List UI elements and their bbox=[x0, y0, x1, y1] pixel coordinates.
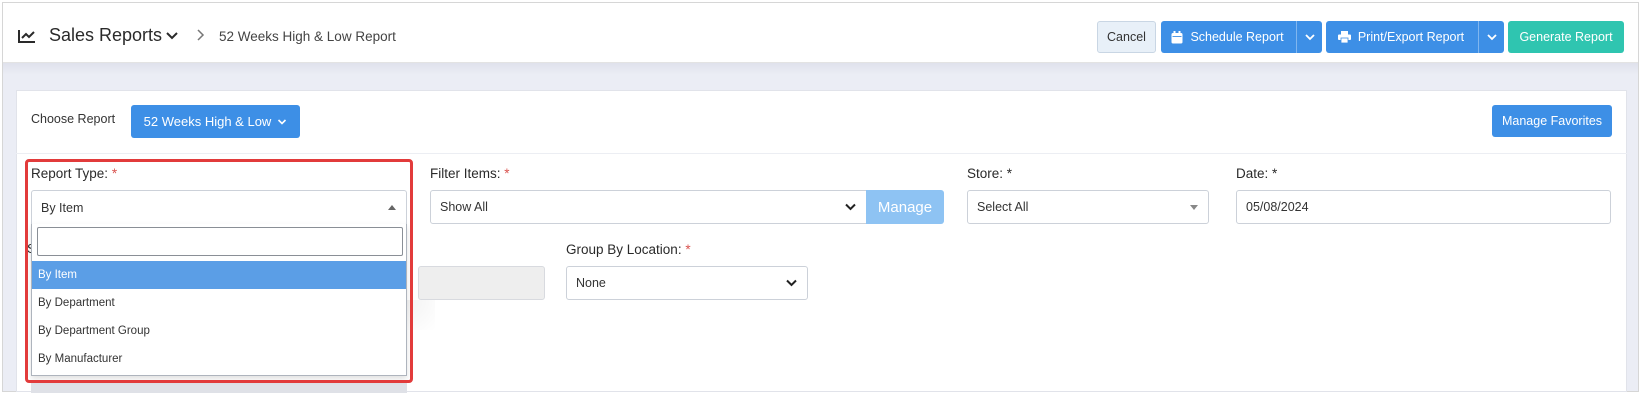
chevron-down-icon bbox=[1486, 34, 1497, 41]
filter-items-select[interactable]: Show All bbox=[430, 190, 867, 224]
choose-report-button[interactable]: 52 Weeks High & Low bbox=[131, 105, 300, 138]
print-export-dropdown[interactable] bbox=[1478, 21, 1504, 53]
chevron-right-icon bbox=[197, 29, 205, 41]
calendar-icon bbox=[1171, 30, 1183, 43]
top-bar-shadow bbox=[3, 63, 1638, 75]
print-export-button[interactable]: Print/Export Report bbox=[1326, 21, 1504, 53]
choose-report-label: Choose Report bbox=[31, 112, 116, 126]
group-by-location-label: Group By Location: * bbox=[566, 242, 691, 257]
filter-items-label: Filter Items: * bbox=[430, 166, 510, 181]
group-by-location-label-text: Group By Location: bbox=[566, 242, 682, 257]
chart-line-icon bbox=[18, 30, 35, 43]
cancel-button[interactable]: Cancel bbox=[1097, 21, 1156, 53]
print-export-label: Print/Export Report bbox=[1357, 30, 1465, 44]
date-label-text: Date: bbox=[1236, 166, 1269, 181]
chevron-down-icon bbox=[786, 279, 797, 287]
manage-filter-label: Manage bbox=[877, 198, 933, 216]
required-mark: * bbox=[1006, 166, 1013, 181]
group-by-location-select[interactable]: None bbox=[566, 266, 808, 300]
chevron-down-icon bbox=[1304, 34, 1315, 41]
disabled-input bbox=[418, 266, 545, 300]
store-select[interactable]: Select All bbox=[967, 190, 1209, 224]
manage-favorites-button[interactable]: Manage Favorites bbox=[1492, 105, 1612, 137]
schedule-report-dropdown[interactable] bbox=[1296, 21, 1322, 53]
schedule-report-label: Schedule Report bbox=[1190, 30, 1284, 44]
manage-favorites-label: Manage Favorites bbox=[1501, 114, 1603, 128]
manage-filter-button[interactable]: Manage bbox=[866, 190, 944, 224]
choose-report-value: 52 Weeks High & Low bbox=[143, 114, 272, 129]
breadcrumb: 52 Weeks High & Low Report bbox=[219, 29, 396, 44]
panel-bottom-strip bbox=[31, 383, 407, 393]
filter-items-label-text: Filter Items: bbox=[430, 166, 501, 181]
chevron-down-icon bbox=[278, 118, 287, 125]
page-title: Sales Reports bbox=[49, 25, 163, 45]
required-mark: * bbox=[504, 166, 510, 181]
group-by-location-value: None bbox=[576, 276, 606, 290]
date-input[interactable]: 05/08/2024 bbox=[1236, 190, 1611, 224]
store-label-text: Store: bbox=[967, 166, 1004, 181]
filter-items-value: Show All bbox=[440, 200, 488, 214]
generate-report-label: Generate Report bbox=[1519, 30, 1613, 44]
chevron-down-icon bbox=[845, 203, 856, 211]
printer-icon bbox=[1337, 31, 1351, 43]
chevron-down-icon[interactable] bbox=[166, 31, 178, 41]
date-label: Date: * bbox=[1236, 166, 1277, 181]
generate-report-button[interactable]: Generate Report bbox=[1508, 21, 1624, 53]
required-mark: * bbox=[685, 242, 691, 257]
store-value: Select All bbox=[977, 200, 1029, 214]
panel-divider bbox=[16, 153, 1627, 154]
highlight-outline bbox=[25, 159, 413, 383]
date-value: 05/08/2024 bbox=[1246, 200, 1309, 214]
cancel-button-label: Cancel bbox=[1107, 30, 1146, 44]
store-label: Store: * bbox=[967, 166, 1012, 181]
schedule-report-button[interactable]: Schedule Report bbox=[1161, 21, 1322, 53]
required-mark: * bbox=[1272, 166, 1278, 181]
caret-down-icon bbox=[1190, 205, 1198, 210]
